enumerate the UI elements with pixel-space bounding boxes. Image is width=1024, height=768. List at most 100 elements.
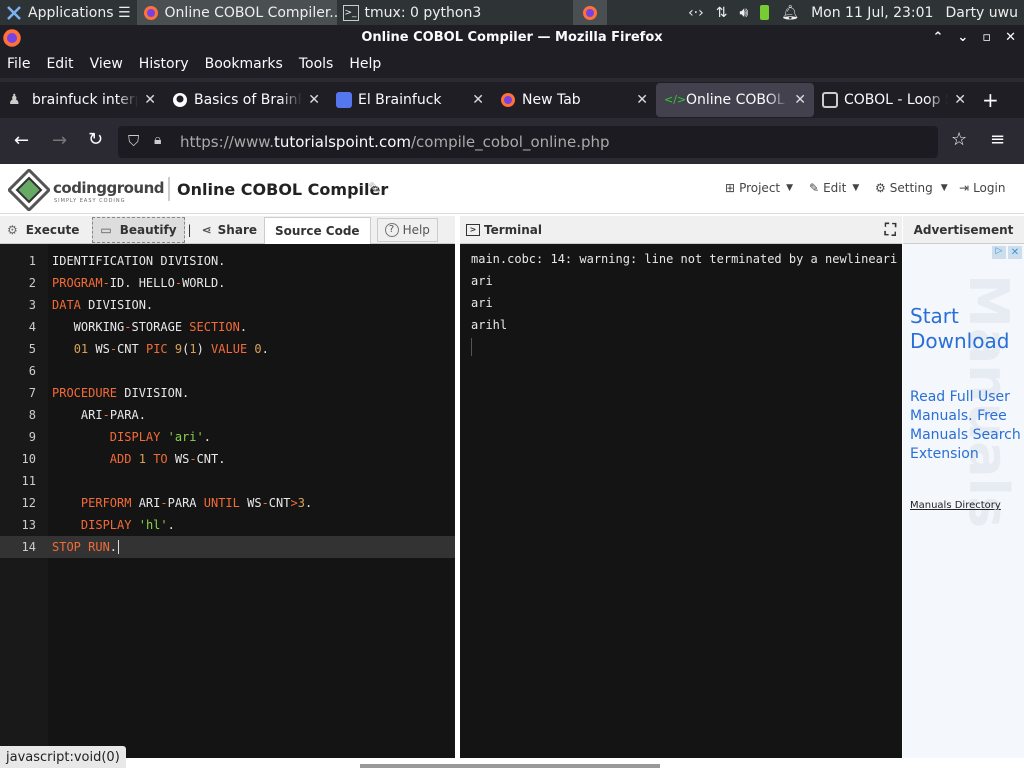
ad-link[interactable]: Manuals Directory <box>910 500 1001 511</box>
advertisement-column: Advertisement ▷ ✕ Manuals Start Download… <box>903 216 1024 758</box>
code-line[interactable]: 9 DISPLAY 'ari'. <box>0 426 455 448</box>
ad-close-icon[interactable]: ✕ <box>1008 246 1022 259</box>
code-line[interactable]: 4 WORKING-STORAGE SECTION. <box>0 316 455 338</box>
tab-new-tab[interactable]: New Tab ✕ <box>492 83 656 117</box>
code-line[interactable]: 12 PERFORM ARI-PARA UNTIL WS-CNT>3. <box>0 492 455 514</box>
horizontal-scrollbar[interactable] <box>360 764 660 768</box>
ad-headline-line1: Start <box>910 304 959 328</box>
tab-online-cobol-compiler[interactable]: </> Online COBOL Compiler ✕ <box>656 83 814 117</box>
tab-el-brainfuck[interactable]: El Brainfuck ✕ <box>328 83 492 117</box>
execute-button[interactable]: ⚙ Execute <box>0 217 86 243</box>
code-line[interactable]: 11 <box>0 470 455 492</box>
taskbar-tmux-window[interactable]: >_ tmux: 0 python3 <box>337 0 537 25</box>
close-window-icon[interactable]: ✕ <box>1005 30 1016 45</box>
hamburger-menu-icon[interactable]: ≡ <box>990 129 1005 150</box>
forward-icon[interactable]: → <box>52 130 67 151</box>
back-icon[interactable]: ← <box>14 130 29 151</box>
lock-icon[interactable]: 🔒︎ <box>154 132 161 148</box>
clock[interactable]: Mon 11 Jul, 23:01 <box>811 5 933 21</box>
url-bar[interactable]: ⛉ 🔒︎ https://www. tutorialspoint.com/comp… <box>118 126 938 158</box>
line-number: 8 <box>28 408 36 422</box>
terminal-output[interactable]: main.cobc: 14: warning: line not termina… <box>460 244 902 758</box>
login-link[interactable]: ⇥ Login <box>959 181 1005 195</box>
code-line[interactable]: 2 PROGRAM-ID. HELLO-WORLD. <box>0 272 455 294</box>
menu-help[interactable]: Help <box>349 56 381 72</box>
menu-edit[interactable]: Edit <box>46 56 73 72</box>
code-line[interactable]: 13 DISPLAY 'hl'. <box>0 514 455 536</box>
close-tab-icon[interactable]: ✕ <box>954 92 966 108</box>
help-button[interactable]: ? Help <box>376 217 438 242</box>
close-tab-icon[interactable]: ✕ <box>472 92 484 108</box>
share-button[interactable]: ⋖ Share <box>195 217 264 243</box>
code-line[interactable]: 10 ADD 1 TO WS-CNT. <box>0 448 455 470</box>
edit-title-icon[interactable]: ✎ <box>368 179 381 197</box>
user-name[interactable]: Darty uwu <box>945 5 1018 21</box>
code-line[interactable]: 8 ARI-PARA. <box>0 404 455 426</box>
tab-label: Online COBOL Compiler <box>686 92 788 108</box>
code-text: WORKING-STORAGE SECTION. <box>52 320 248 334</box>
battery-icon[interactable] <box>760 5 770 20</box>
taskbar-firefox-launcher[interactable] <box>572 0 607 25</box>
menu-history[interactable]: History <box>139 56 189 72</box>
setting-menu[interactable]: ⚙ Setting ▼ <box>875 181 948 195</box>
notifications-icon[interactable]: 🔔︎ <box>781 5 799 21</box>
beautify-button[interactable]: ▭ Beautify <box>92 216 185 243</box>
tab-label: Basics of BrainFuck <box>194 92 303 108</box>
grid-icon: ⊞ <box>725 181 736 195</box>
code-line-active[interactable]: 14 STOP RUN. <box>0 536 455 558</box>
execute-label: Execute <box>25 222 80 237</box>
code-text: IDENTIFICATION DIVISION. <box>52 254 226 268</box>
menu-bookmarks[interactable]: Bookmarks <box>205 56 283 72</box>
menu-file[interactable]: File <box>7 56 30 72</box>
ad-banner[interactable]: ▷ ✕ Manuals Start Download Read Full Use… <box>903 244 1024 758</box>
close-tab-icon[interactable]: ✕ <box>636 92 648 108</box>
line-number: 4 <box>28 320 36 334</box>
codingground-logo[interactable]: codingground SIMPLY EASY CODING <box>8 169 168 211</box>
ad-choices-icon[interactable]: ▷ <box>992 246 1006 259</box>
menu-view[interactable]: View <box>90 56 123 72</box>
code-text: 01 WS-CNT PIC 9(1) VALUE 0. <box>73 342 269 356</box>
project-menu[interactable]: ⊞ Project ▼ <box>725 181 793 195</box>
close-tab-icon[interactable]: ✕ <box>308 92 320 108</box>
menu-tools[interactable]: Tools <box>299 56 334 72</box>
taskbar-firefox-window[interactable]: Online COBOL Compiler... <box>136 0 337 25</box>
share-label: Share <box>217 222 257 237</box>
text-cursor <box>118 540 120 554</box>
os-taskbar: Applications ☰ Online COBOL Compiler... … <box>0 0 1024 25</box>
line-number: 2 <box>28 276 36 290</box>
tab-brainfuck-interpreter[interactable]: ♟ brainfuck interpreter ✕ <box>0 83 164 117</box>
pencil-icon: ✎ <box>809 181 820 195</box>
transfer-icon[interactable]: ⇅ <box>716 5 728 21</box>
reload-icon[interactable]: ↻ <box>88 129 103 150</box>
code-line[interactable]: 1 IDENTIFICATION DIVISION. <box>0 250 455 272</box>
shield-icon[interactable]: ⛉ <box>128 132 139 150</box>
close-tab-icon[interactable]: ✕ <box>794 92 806 108</box>
tab-cobol-loop-statements[interactable]: COBOL - Loop Statements ✕ <box>814 83 974 117</box>
person-icon: ♟ <box>8 92 21 108</box>
maximize-up-icon[interactable]: ⌃ <box>932 30 943 45</box>
line-number: 6 <box>28 364 36 378</box>
network-icon[interactable]: ‹·› <box>688 5 704 21</box>
new-tab-icon[interactable]: + <box>982 88 999 112</box>
volume-icon[interactable]: 🔊︎ <box>739 5 748 21</box>
applications-menu[interactable]: Applications ☰ <box>0 0 137 25</box>
code-line[interactable]: 3 DATA DIVISION. <box>0 294 455 316</box>
code-line[interactable]: 7 PROCEDURE DIVISION. <box>0 382 455 404</box>
terminal-cursor <box>471 338 472 356</box>
restore-icon[interactable]: ▫ <box>982 30 991 45</box>
bookmark-star-icon[interactable]: ☆ <box>951 129 967 150</box>
code-line[interactable]: 6 <box>0 360 455 382</box>
code-editor[interactable]: 1 IDENTIFICATION DIVISION. 2 PROGRAM-ID. H… <box>0 244 455 758</box>
edit-menu[interactable]: ✎ Edit ▼ <box>809 181 859 195</box>
code-line[interactable]: 5 01 WS-CNT PIC 9(1) VALUE 0. <box>0 338 455 360</box>
editor-toolbar: ⚙ Execute ▭ Beautify | ⋖ Share Source Code … <box>0 216 455 245</box>
tab-label: New Tab <box>522 92 581 108</box>
tab-basics-of-brainfuck[interactable]: Basics of BrainFuck ✕ <box>164 83 328 117</box>
minimize-icon[interactable]: ⌄ <box>957 30 968 45</box>
code-text: DATA DIVISION. <box>52 298 154 312</box>
firefox-icon <box>3 29 21 47</box>
code-text: STOP RUN. <box>52 540 120 554</box>
close-tab-icon[interactable]: ✕ <box>144 92 156 108</box>
source-code-tab[interactable]: Source Code <box>264 216 371 245</box>
fullscreen-icon[interactable]: ⛶ <box>885 220 896 240</box>
